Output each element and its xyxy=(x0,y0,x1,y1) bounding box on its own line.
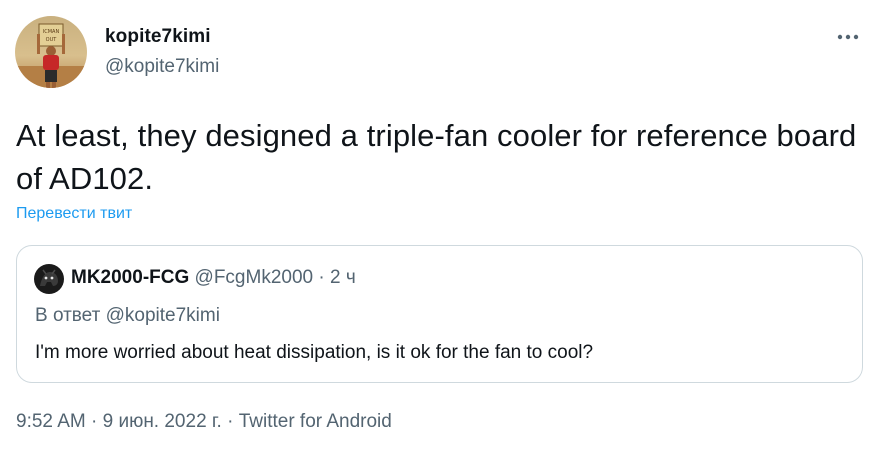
author-handle[interactable]: @kopite7kimi xyxy=(105,56,219,78)
tweet-card: ICMAN OUT kopite7kimi @kopite7kimi At le… xyxy=(0,0,877,450)
quoted-header: MK2000-FCG @FcgMk2000 · 2 ч xyxy=(71,267,356,289)
meta-separator: · xyxy=(227,411,234,432)
meta-separator: · xyxy=(91,411,98,432)
quoted-reply-to: В ответ @kopite7kimi xyxy=(35,305,220,326)
tweet-time[interactable]: 9:52 AM xyxy=(16,411,86,432)
tweet-text: At least, they designed a triple-fan coo… xyxy=(16,118,857,196)
tweet-source[interactable]: Twitter for Android xyxy=(239,411,392,432)
more-dots-icon xyxy=(837,34,859,40)
quoted-avatar-image xyxy=(34,264,64,294)
more-options-button[interactable] xyxy=(831,20,865,54)
quoted-author-name[interactable]: MK2000-FCG xyxy=(71,267,189,288)
author-name[interactable]: kopite7kimi xyxy=(105,26,211,48)
author-avatar-image: ICMAN OUT xyxy=(15,16,87,88)
quoted-text: I'm more worried about heat dissipation,… xyxy=(35,342,594,363)
quoted-avatar[interactable] xyxy=(34,264,64,294)
svg-text:ICMAN: ICMAN xyxy=(43,29,60,35)
svg-text:OUT: OUT xyxy=(46,37,58,43)
quoted-tweet[interactable]: MK2000-FCG @FcgMk2000 · 2 ч В ответ @kop… xyxy=(16,245,863,383)
tweet-date[interactable]: 9 июн. 2022 г. xyxy=(103,411,222,432)
quoted-time[interactable]: 2 ч xyxy=(330,267,356,288)
author-avatar[interactable]: ICMAN OUT xyxy=(15,16,87,88)
quoted-separator: · xyxy=(318,267,325,288)
quoted-author-handle[interactable]: @FcgMk2000 xyxy=(195,267,314,288)
tweet-meta: 9:52 AM · 9 июн. 2022 г. · Twitter for A… xyxy=(16,411,392,433)
translate-tweet-link[interactable]: Перевести твит xyxy=(16,205,132,223)
